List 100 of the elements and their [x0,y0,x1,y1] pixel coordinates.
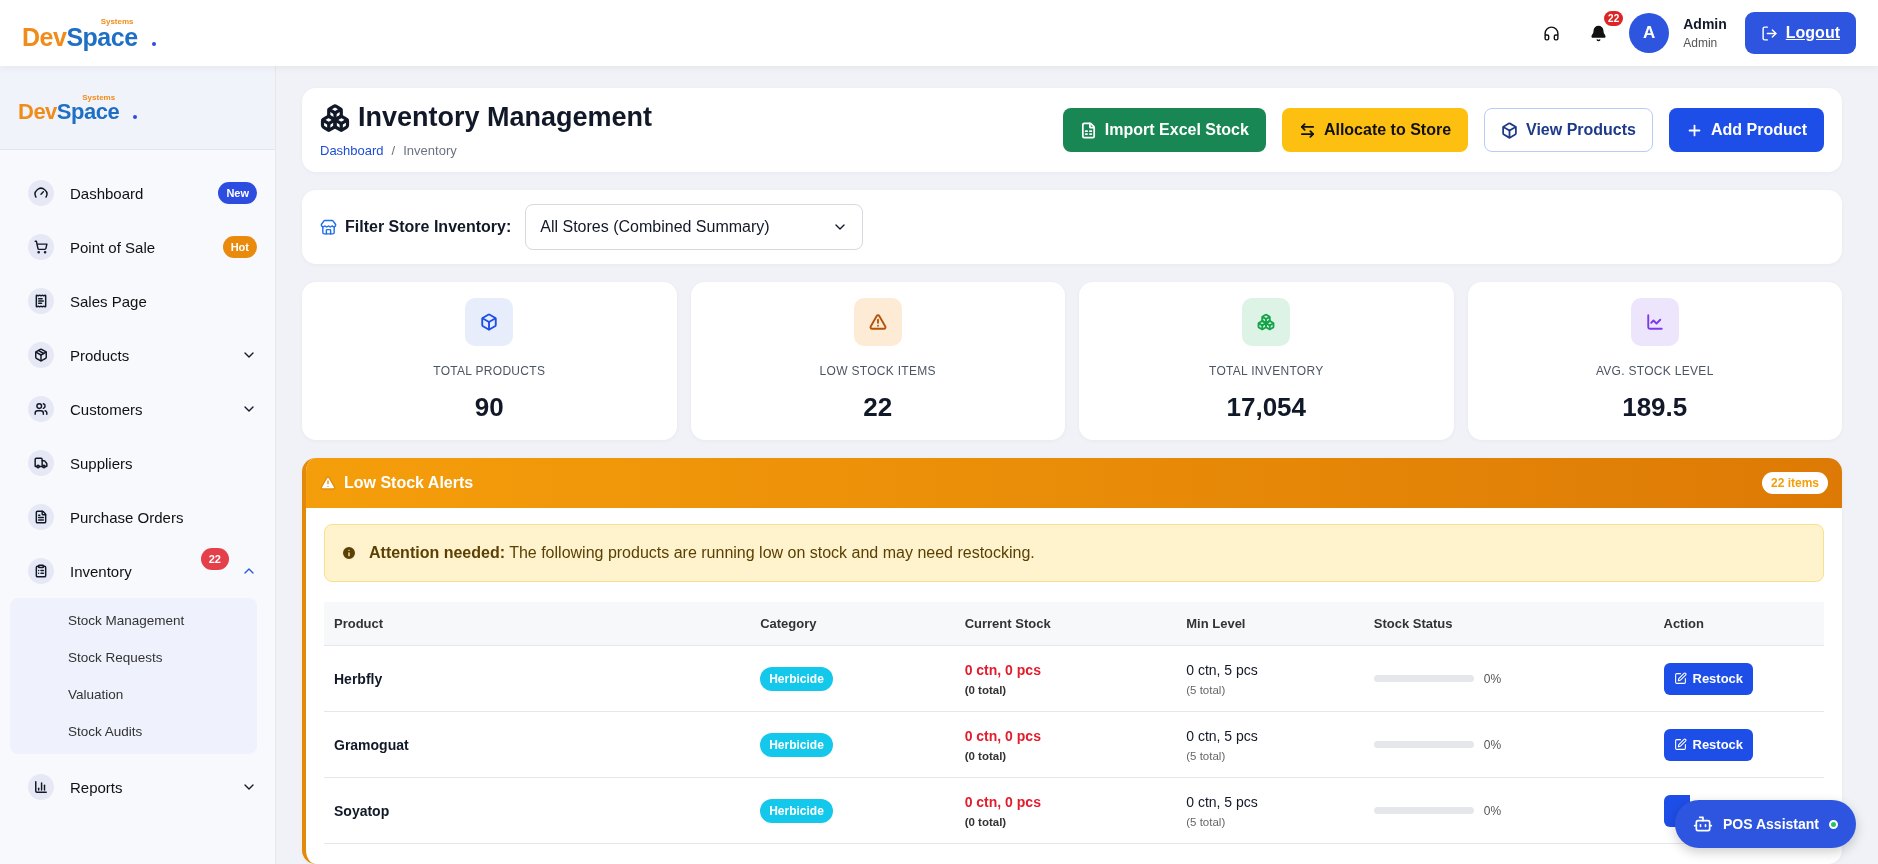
cube-icon [1501,121,1519,139]
stat-label: TOTAL PRODUCTS [433,364,546,378]
receipt-icon [28,288,54,314]
assistant-button[interactable]: POS Assistant [1675,800,1856,848]
info-icon [341,545,357,561]
product-name: Gramoguat [334,736,409,753]
sidebar-item[interactable]: Sales Page [28,274,257,328]
chart-icon [28,774,54,800]
sidebar-item[interactable]: Dashboard New [28,166,257,220]
stat-label: LOW STOCK ITEMS [819,364,936,378]
users-icon [28,396,54,422]
min-total: (5 total) [1186,683,1227,696]
breadcrumb-link[interactable]: Dashboard [320,143,384,158]
edit-icon [1673,672,1687,685]
dot-icon [133,114,138,119]
notification-count: 22 [1604,10,1624,26]
sidebar-item[interactable]: Suppliers [28,436,257,490]
stat-label: AVG. STOCK LEVEL [1595,364,1714,378]
user-name: Admin [1683,16,1727,32]
min-level: 0 ctn, 5 pcs [1186,727,1259,744]
action-button[interactable]: Allocate to Store [1281,108,1469,152]
user-avatar[interactable]: A [1629,13,1670,53]
menu-badge: New [218,182,257,204]
box-icon [28,342,54,368]
column-header: Category [750,602,955,646]
sidebar-item[interactable]: Customers [28,382,257,436]
sidebar-item[interactable]: Point of Sale Hot [28,220,257,274]
current-stock: 0 ctn, 0 pcs [964,793,1042,810]
current-total: (0 total) [964,749,1008,762]
product-name: Herbfly [334,670,383,687]
restock-button[interactable]: Restock [1663,662,1754,695]
stat-value: 17,054 [1226,392,1306,423]
swap-arrows-icon [1298,121,1316,139]
page-title: Inventory Management [320,102,653,133]
stock-percent: 0% [1483,803,1502,818]
column-header: Current Stock [954,602,1177,646]
product-name: Soyatop [334,802,390,819]
breadcrumb-current: Inventory [403,143,457,158]
breadcrumb-separator: / [391,143,396,158]
dot-icon [151,41,156,46]
submenu-item[interactable]: Valuation [10,676,257,713]
min-total: (5 total) [1186,749,1227,762]
notice-text: Attention needed: The following products are running low on stock and may need restocking. [369,544,1035,562]
stat-value: 90 [474,392,504,423]
min-level: 0 ctn, 5 pcs [1186,793,1259,810]
current-total: (0 total) [964,815,1008,828]
category-tag: Herbicide [760,799,833,823]
boxes-icon [320,102,350,133]
current-stock: 0 ctn, 0 pcs [964,661,1042,678]
current-total: (0 total) [964,683,1008,696]
cube-icon [465,298,514,346]
submenu-item[interactable]: Stock Management [10,602,257,639]
submenu-item[interactable]: Stock Audits [10,713,257,750]
restock-button[interactable]: Restock [1663,728,1754,761]
brand-tagline: Systems [82,92,116,102]
brand-tagline: Systems [100,16,134,26]
store-select[interactable]: All Stores (Combined Summary) [525,204,864,250]
spreadsheet-icon [1079,121,1097,139]
stock-percent: 0% [1483,737,1502,752]
action-button[interactable]: View Products [1484,108,1653,152]
robot-icon [1693,814,1714,834]
column-header: Min Level [1176,602,1364,646]
sidebar-item[interactable]: Reports [28,760,257,814]
sidebar-item[interactable]: Products [28,328,257,382]
user-role: Admin [1683,36,1719,50]
logout-button[interactable]: Logout [1744,12,1856,54]
action-button[interactable]: Import Excel Stock [1062,108,1266,152]
current-stock: 0 ctn, 0 pcs [964,727,1042,744]
alerts-count: 22 items [1761,472,1828,494]
warning-icon [320,475,336,491]
category-tag: Herbicide [760,733,833,757]
warning-icon [853,298,902,346]
logout-icon [1760,24,1778,42]
filter-label: Filter Store Inventory: [320,218,512,236]
brand-logo: DevSpace [18,100,120,123]
menu-badge: Hot [222,236,257,258]
store-icon [320,218,337,236]
truck-icon [28,450,54,476]
min-total: (5 total) [1186,815,1227,828]
stat-label: TOTAL INVENTORY [1209,364,1324,378]
gauge-icon [28,180,54,206]
min-level: 0 ctn, 5 pcs [1186,661,1259,678]
column-header: Product [324,602,751,646]
stat-value: 22 [863,392,893,423]
document-icon [28,504,54,530]
cart-icon [28,234,54,260]
stat-value: 189.5 [1622,392,1688,423]
stock-percent: 0% [1483,671,1502,686]
clipboard-icon [28,558,54,584]
column-header: Action [1653,602,1824,646]
submenu-item[interactable]: Stock Requests [10,639,257,676]
action-button[interactable]: Add Product [1669,108,1824,152]
sidebar-item[interactable]: Inventory 22 [28,544,257,598]
menu-badge: 22 [200,548,229,570]
edit-icon [1673,738,1687,751]
line-chart-icon [1630,298,1679,346]
boxes-icon [1242,298,1291,346]
column-header: Stock Status [1363,602,1654,646]
sidebar-item[interactable]: Purchase Orders [28,490,257,544]
alerts-title: Low Stock Alerts [320,474,474,492]
